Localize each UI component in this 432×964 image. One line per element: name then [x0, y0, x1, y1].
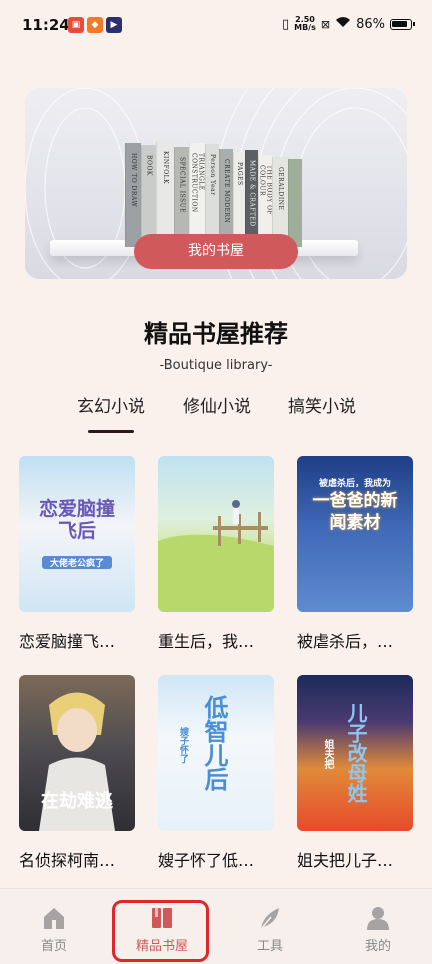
nav-mine[interactable]: 我的 [338, 889, 418, 959]
nav-label: 工具 [256, 939, 283, 954]
book-card[interactable]: 低智儿后 嫂子怀了 嫂子怀了低… [158, 675, 274, 870]
book-spine: MADE & CRAFTED [245, 150, 258, 247]
book-cover[interactable]: 在劫难逃 [19, 675, 135, 831]
book-card[interactable]: 在劫难逃 名侦探柯南… [19, 675, 135, 870]
cover-title: 低智儿后 [200, 695, 229, 791]
spine-text: HOW TO DRAW [130, 153, 137, 208]
cover-subtitle: 嫂子怀了 [178, 727, 188, 763]
cover-title: 在劫难逃 [41, 791, 113, 812]
book-spine [288, 159, 302, 247]
my-bookshelf-button[interactable]: 我的书屋 [134, 234, 298, 269]
cover-title: 恋爱脑撞飞后 [38, 498, 115, 542]
tab-indicator [88, 430, 134, 433]
status-time: 11:24 [22, 16, 70, 34]
book-spine: BOOK [141, 145, 156, 247]
category-tabs: 玄幻小说 修仙小说 搞笑小说 [0, 392, 432, 432]
book-spine: CREATE MODERN [219, 149, 233, 247]
cover-subtitle: 被虐杀后，我成为 [318, 479, 391, 489]
tab-xuanhuan[interactable]: 玄幻小说 [66, 392, 156, 417]
cover-title: 一爸爸的新闻素材 [312, 491, 398, 533]
feather-icon [260, 908, 279, 930]
book-spine: Person Year [205, 144, 219, 247]
battery-percent: 86% [356, 16, 385, 32]
spine-text: BOOK [145, 155, 153, 176]
cover-title: 儿子改母姓 [344, 703, 368, 803]
battery-icon [390, 18, 415, 30]
highlight-annotation [112, 900, 209, 962]
spine-text: KINFOLK [162, 151, 169, 185]
book-title[interactable]: 被虐杀后，… [297, 628, 421, 652]
nav-home[interactable]: 首页 [14, 889, 94, 959]
section-subtitle: -Boutique library- [159, 358, 273, 373]
book-cover[interactable]: 恋爱脑撞飞后 大佬老公疯了 [19, 456, 135, 612]
cover-subtitle: 姐夫把 [322, 739, 333, 769]
nav-label: 我的 [364, 939, 391, 954]
book-spine: SPECIAL ISSUE [174, 147, 189, 247]
book-spine: KINFOLK [156, 141, 174, 247]
cover-art [158, 500, 274, 612]
book-cover[interactable]: 低智儿后 嫂子怀了 [158, 675, 274, 831]
book-spine: TRIANGLE CONSTRUCTION [189, 143, 205, 247]
book-title[interactable]: 重生后，我… [158, 628, 282, 652]
book-card[interactable]: 恋爱脑撞飞后 大佬老公疯了 恋爱脑撞飞… [19, 456, 135, 651]
book-card[interactable]: 儿子改母姓 姐夫把 姐夫把儿子… [297, 675, 413, 870]
spine-text: Person Year [209, 154, 216, 196]
app-notification-icon: ◆ [87, 17, 103, 33]
tab-xiuxian[interactable]: 修仙小说 [172, 392, 262, 417]
person-icon [367, 907, 389, 930]
speed-unit: MB/s [294, 23, 316, 32]
nav-tools[interactable]: 工具 [230, 889, 310, 959]
status-indicators: ▯ 2.50 MB/s ⊠ 86% [281, 16, 415, 32]
section-title: 精品书屋推荐 [144, 320, 288, 348]
book-title[interactable]: 恋爱脑撞飞… [19, 628, 143, 652]
book-cover[interactable]: 被虐杀后，我成为 一爸爸的新闻素材 [297, 456, 413, 612]
book-title[interactable]: 姐夫把儿子… [297, 847, 421, 871]
nav-label: 首页 [40, 939, 67, 954]
book-spine: HOW TO DRAW [125, 143, 141, 247]
spine-text: TRIANGLE CONSTRUCTION [190, 153, 205, 213]
vibrate-icon: ▯ [281, 16, 290, 32]
book-spines: HOW TO DRAW BOOK KINFOLK SPECIAL ISSUE T… [125, 137, 302, 247]
app-notification-icon: ▣ [68, 17, 84, 33]
status-bar: 11:24 ▣ ◆ ▶ ▯ 2.50 MB/s ⊠ 86% [0, 0, 432, 52]
tab-gaoxiao[interactable]: 搞笑小说 [277, 392, 367, 417]
app-notification-icon: ▶ [106, 17, 122, 33]
sim-icon: ⊠ [320, 17, 331, 31]
cover-subtitle: 大佬老公疯了 [42, 556, 112, 569]
spine-text: GERALDINE [277, 167, 284, 211]
book-card[interactable]: 重生后，我… [158, 456, 274, 651]
book-cover[interactable]: 儿子改母姓 姐夫把 [297, 675, 413, 831]
book-title[interactable]: 嫂子怀了低… [158, 847, 282, 871]
bottom-nav: 首页 精品书屋 工具 我的 [0, 888, 432, 964]
spine-text: CREATE MODERN [223, 159, 230, 224]
book-title[interactable]: 名侦探柯南… [19, 847, 143, 871]
spine-text: PAGES [236, 162, 243, 186]
book-card[interactable]: 被虐杀后，我成为 一爸爸的新闻素材 被虐杀后，… [297, 456, 413, 651]
network-speed: 2.50 MB/s [294, 16, 316, 32]
home-icon [44, 908, 64, 929]
wifi-icon [335, 16, 351, 32]
spine-text: MADE & CRAFTED [248, 160, 256, 227]
book-spine: PAGES [233, 152, 245, 247]
spine-text: SPECIAL ISSUE [178, 157, 186, 214]
book-cover[interactable] [158, 456, 274, 612]
